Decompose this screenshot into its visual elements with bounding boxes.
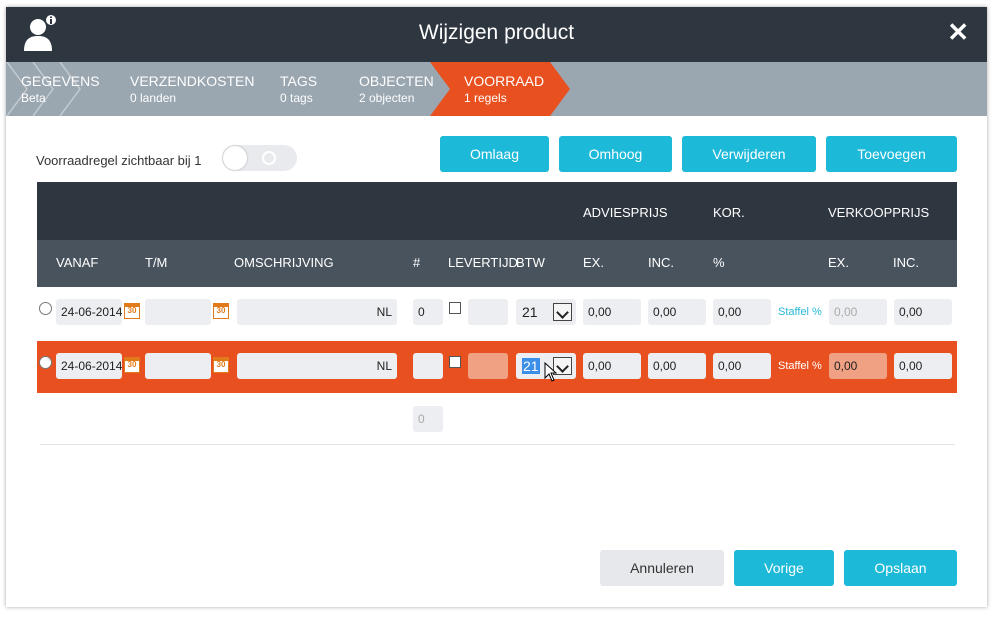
advice-ex-input[interactable]: 0,00 <box>583 299 641 325</box>
dialog-titlebar: Wijzigen product ✕ <box>6 7 987 62</box>
vat-value: 21 <box>522 304 538 320</box>
add-button[interactable]: Toevoegen <box>826 136 957 172</box>
advice-inc-input[interactable]: 0,00 <box>648 299 706 325</box>
previous-button[interactable]: Vorige <box>734 550 834 586</box>
col-advies-ex: EX. <box>583 255 604 270</box>
toggle-off-indicator <box>262 151 276 165</box>
to-date-input[interactable] <box>145 299 211 325</box>
move-down-button[interactable]: Omlaag <box>440 136 549 172</box>
header-verkoopprijs: VERKOOPPRIJS <box>828 205 930 220</box>
table-header-group-row: ADVIESPRIJS KOR. VERKOOPPRIJS <box>37 182 957 240</box>
staffel-link[interactable]: Staffel % <box>778 360 822 372</box>
calendar-icon[interactable]: 30 <box>213 303 229 319</box>
description-input[interactable]: NL <box>237 353 397 379</box>
chevron-down-icon <box>553 303 572 321</box>
col-verkoop-inc: INC. <box>893 255 919 270</box>
sale-inc-input[interactable]: 0,00 <box>894 299 952 325</box>
delivery-checkbox[interactable] <box>449 356 461 368</box>
step-verzendkosten[interactable]: VERZENDKOSTEN 0 landen <box>118 62 254 116</box>
col-btw: BTW <box>516 255 545 270</box>
step-sub: 2 objecten <box>359 91 415 105</box>
close-icon[interactable]: ✕ <box>947 17 969 48</box>
sale-ex-input[interactable]: 0,00 <box>829 299 887 325</box>
move-up-button[interactable]: Omhoog <box>559 136 672 172</box>
step-tags[interactable]: TAGS 0 tags <box>268 62 338 116</box>
delivery-input[interactable] <box>468 299 508 325</box>
count-input[interactable]: 0 <box>413 299 443 325</box>
calendar-icon[interactable]: 30 <box>213 357 229 373</box>
col-korting-pct: % <box>713 255 725 270</box>
advice-inc-input[interactable]: 0,00 <box>648 353 706 379</box>
step-name: VOORRAAD <box>464 73 545 89</box>
col-tm: T/M <box>145 255 168 270</box>
wizard-steps: GEGEVENS Beta VERZENDKOSTEN 0 landen TAG… <box>6 62 987 116</box>
discount-input[interactable]: 0,00 <box>713 353 771 379</box>
delivery-input[interactable] <box>468 353 508 379</box>
language-tag: NL <box>376 359 392 373</box>
description-input[interactable]: NL <box>237 299 397 325</box>
step-name: OBJECTEN <box>359 73 434 89</box>
language-tag: NL <box>376 305 392 319</box>
visible-toggle[interactable] <box>222 145 297 171</box>
step-sub: 0 landen <box>130 91 177 105</box>
sale-inc-input[interactable]: 0,00 <box>894 353 952 379</box>
step-gegevens[interactable]: GEGEVENS Beta <box>6 62 102 116</box>
save-button[interactable]: Opslaan <box>844 550 957 586</box>
header-adviesprijs: ADVIESPRIJS <box>583 205 668 220</box>
sale-ex-input[interactable]: 0,00 <box>829 353 887 379</box>
visible-label: Voorraadregel zichtbaar bij 1 <box>36 153 202 168</box>
delete-button[interactable]: Verwijderen <box>682 136 816 172</box>
calendar-icon[interactable]: 30 <box>124 357 140 373</box>
table-bottom-divider <box>40 444 955 445</box>
step-name: GEGEVENS <box>21 73 100 89</box>
row-select-radio[interactable] <box>39 356 52 369</box>
table-row: 24-06-2014 30 30 NL 0 21 0,00 0,00 0,00 … <box>37 287 957 339</box>
total-count: 0 <box>413 406 443 432</box>
discount-input[interactable]: 0,00 <box>713 299 771 325</box>
step-objecten[interactable]: OBJECTEN 2 objecten <box>347 62 437 116</box>
calendar-icon[interactable]: 30 <box>124 303 140 319</box>
table-header: ADVIESPRIJS KOR. VERKOOPPRIJS VANAF T/M … <box>37 182 957 287</box>
col-vanaf: VANAF <box>56 255 99 270</box>
step-voorraad[interactable]: VOORRAAD 1 regels <box>452 62 552 116</box>
toggle-knob <box>223 146 247 170</box>
step-name: VERZENDKOSTEN <box>130 73 255 89</box>
vat-select[interactable]: 21 <box>516 299 576 325</box>
step-name: TAGS <box>280 73 318 89</box>
col-advies-inc: INC. <box>648 255 674 270</box>
col-verkoop-ex: EX. <box>828 255 849 270</box>
row-select-radio[interactable] <box>39 302 52 315</box>
step-sub: 0 tags <box>280 91 313 105</box>
from-date-input[interactable]: 24-06-2014 <box>56 299 122 325</box>
count-input[interactable] <box>413 353 443 379</box>
table-header-column-row: VANAF T/M OMSCHRIJVING # LEVERTIJD BTW E… <box>37 240 957 287</box>
from-date-input[interactable]: 24-06-2014 <box>56 353 122 379</box>
edit-product-dialog: Wijzigen product ✕ GEGEVENS Beta VERZEND… <box>6 7 987 607</box>
step-sub: 1 regels <box>464 91 507 105</box>
delivery-checkbox[interactable] <box>449 302 461 314</box>
col-levertijd: LEVERTIJD <box>448 255 518 270</box>
staffel-link[interactable]: Staffel % <box>778 306 822 318</box>
header-korting: KOR. <box>713 205 745 220</box>
stock-toolbar: Voorraadregel zichtbaar bij 1 Omlaag Omh… <box>6 116 987 176</box>
table-row-selected: 24-06-2014 30 30 NL 21 0,00 0,00 0,00 St… <box>37 341 957 393</box>
cancel-button[interactable]: Annuleren <box>600 550 724 586</box>
to-date-input[interactable] <box>145 353 211 379</box>
advice-ex-input[interactable]: 0,00 <box>583 353 641 379</box>
vat-value: 21 <box>522 358 540 374</box>
step-sub: Beta <box>21 91 46 105</box>
col-count: # <box>413 255 421 270</box>
col-omschrijving: OMSCHRIJVING <box>234 255 334 270</box>
dialog-title: Wijzigen product <box>418 21 575 44</box>
mouse-cursor-icon <box>544 362 558 382</box>
